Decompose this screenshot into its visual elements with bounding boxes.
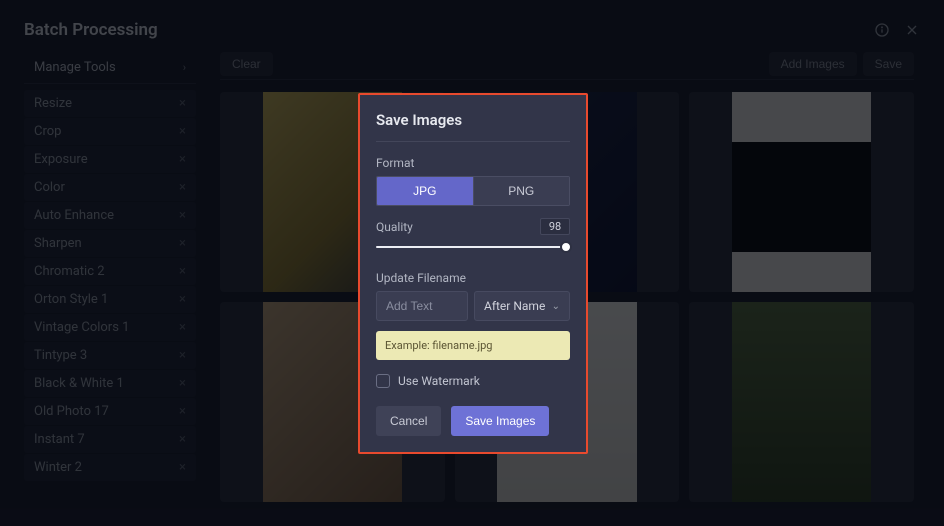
- save-images-modal: Save Images Format JPG PNG Quality 98 Up…: [358, 93, 588, 454]
- quality-slider[interactable]: [376, 237, 570, 257]
- format-png-button[interactable]: PNG: [473, 177, 570, 205]
- format-jpg-button[interactable]: JPG: [376, 176, 474, 206]
- add-text-input[interactable]: [376, 291, 468, 321]
- select-value: After Name: [484, 299, 545, 313]
- slider-track: [376, 246, 570, 248]
- filename-example: Example: filename.jpg: [376, 331, 570, 360]
- watermark-checkbox[interactable]: [376, 374, 390, 388]
- format-segmented: JPG PNG: [376, 176, 570, 206]
- filename-position-select[interactable]: After Name ⌄: [474, 291, 570, 321]
- slider-thumb[interactable]: [560, 241, 572, 253]
- cancel-button[interactable]: Cancel: [376, 406, 441, 436]
- watermark-label: Use Watermark: [398, 374, 480, 388]
- update-filename-label: Update Filename: [376, 271, 570, 285]
- modal-title: Save Images: [376, 111, 570, 142]
- quality-row: Quality 98: [376, 218, 570, 235]
- filename-row: After Name ⌄: [376, 291, 570, 321]
- modal-actions: Cancel Save Images: [376, 406, 570, 436]
- quality-value[interactable]: 98: [540, 218, 570, 235]
- watermark-row[interactable]: Use Watermark: [376, 374, 570, 388]
- save-images-button[interactable]: Save Images: [451, 406, 549, 436]
- chevron-down-icon: ⌄: [552, 301, 560, 312]
- quality-label: Quality: [376, 220, 413, 234]
- format-label: Format: [376, 156, 570, 170]
